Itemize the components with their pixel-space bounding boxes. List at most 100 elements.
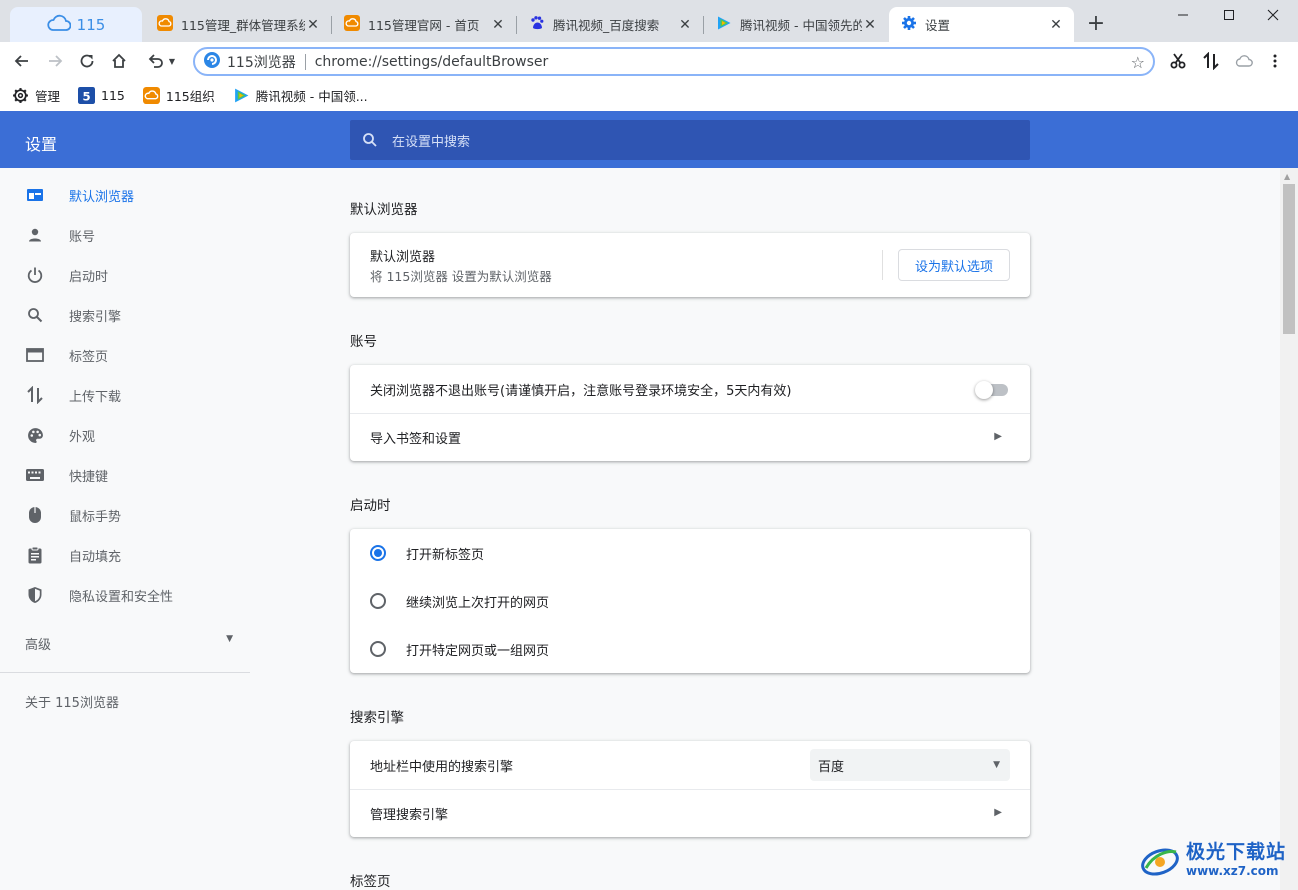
startup-option-new-tab[interactable]: 打开新标签页 xyxy=(350,529,1030,577)
tab-115-official[interactable]: 115管理官网 - 首页 ✕ xyxy=(332,7,516,42)
undo-icon xyxy=(148,54,163,68)
search-engine-select[interactable]: 百度 ▼ xyxy=(810,749,1010,781)
set-default-button[interactable]: 设为默认选项 xyxy=(898,249,1010,281)
maximize-button[interactable] xyxy=(1206,4,1252,26)
cloud-icon xyxy=(47,14,72,36)
address-browser-name: 115浏览器 xyxy=(227,54,296,71)
address-url[interactable]: chrome://settings/defaultBrowser xyxy=(315,54,549,70)
reload-button[interactable] xyxy=(75,49,99,73)
sidebar-item-label: 账号 xyxy=(69,229,96,245)
import-bookmarks-row[interactable]: 导入书签和设置 xyxy=(350,413,1030,461)
scrollbar[interactable]: ▲ xyxy=(1280,168,1298,890)
cloud-icon xyxy=(1235,55,1253,67)
sidebar-item-label: 自动填充 xyxy=(69,549,122,565)
scroll-up-arrow-icon[interactable]: ▲ xyxy=(1284,172,1290,181)
chevron-down-icon: ▼ xyxy=(168,56,176,66)
sidebar-item-account[interactable]: 账号 xyxy=(0,215,262,255)
home-icon xyxy=(112,53,126,68)
scrollbar-thumb[interactable] xyxy=(1283,184,1295,334)
sidebar-advanced-label: 高级 xyxy=(25,638,52,653)
search-placeholder: 在设置中搜索 xyxy=(392,134,471,150)
address-bar[interactable]: 115浏览器 chrome://settings/defaultBrowser … xyxy=(193,47,1155,76)
sidebar-item-search-engine[interactable]: 搜索引擎 xyxy=(0,295,262,335)
close-icon[interactable]: ✕ xyxy=(490,17,506,33)
sidebar-item-shortcuts[interactable]: 快捷键 xyxy=(0,455,262,495)
minimize-button[interactable] xyxy=(1160,4,1206,26)
screenshot-button[interactable] xyxy=(1167,50,1189,72)
section-title-account: 账号 xyxy=(350,334,377,350)
sidebar-about[interactable]: 关于 115浏览器 xyxy=(25,692,119,711)
tab-settings[interactable]: 设置 ✕ xyxy=(889,7,1074,42)
back-button[interactable] xyxy=(10,49,34,73)
bookmark-tencent-video[interactable]: 腾讯视频 - 中国领... xyxy=(233,86,368,105)
startup-option-continue[interactable]: 继续浏览上次打开的网页 xyxy=(350,577,1030,625)
search-engine-card: 地址栏中使用的搜索引擎 百度 ▼ 管理搜索引擎 ▶ xyxy=(350,741,1030,837)
close-icon[interactable]: ✕ xyxy=(1048,17,1064,33)
sidebar-advanced-toggle[interactable]: 高级 ▼ xyxy=(25,634,233,653)
sidebar-item-label: 搜索引擎 xyxy=(69,309,122,325)
sidebar-item-startup[interactable]: 启动时 xyxy=(0,255,262,295)
bookmark-115[interactable]: 5 115 xyxy=(78,86,125,104)
manage-search-engines-row[interactable]: 管理搜索引擎 xyxy=(350,789,1030,837)
close-icon[interactable]: ✕ xyxy=(862,17,878,33)
baidu-paw-icon xyxy=(529,15,545,34)
section-title-search-engine: 搜索引擎 xyxy=(350,710,404,726)
close-icon[interactable]: ✕ xyxy=(677,17,693,33)
watermark-url: www.xz7.com xyxy=(1186,864,1279,878)
sidebar-item-mouse-gestures[interactable]: 鼠标手势 xyxy=(0,495,262,535)
home-tab-label: 115 xyxy=(76,15,106,34)
toolbar: ▼ 115浏览器 chrome://settings/defaultBrowse… xyxy=(0,42,1298,79)
import-bookmarks-label: 导入书签和设置 xyxy=(370,431,462,447)
tab-tencent-video[interactable]: 腾讯视频 - 中国领先的 ✕ xyxy=(704,7,888,42)
dropdown-arrow-icon: ▼ xyxy=(993,760,1000,770)
115-logo-icon: 5 xyxy=(78,86,96,104)
bookmark-115-org[interactable]: 115组织 xyxy=(142,86,215,105)
bookmarks-bar: 管理 5 115 115组织 腾讯视频 - 中国领... xyxy=(0,79,1298,111)
star-icon[interactable]: ☆ xyxy=(1131,53,1145,72)
maximize-icon xyxy=(1224,10,1234,20)
sidebar-item-upload-download[interactable]: 上传下载 xyxy=(0,375,262,415)
forward-button[interactable] xyxy=(43,49,67,73)
default-browser-row-title: 默认浏览器 xyxy=(370,250,436,265)
aurora-logo-icon xyxy=(1141,848,1179,876)
address-separator xyxy=(304,53,306,70)
tab-title: 腾讯视频 - 中国领先的 xyxy=(740,18,862,33)
upload-download-icon xyxy=(25,385,45,405)
radio-button[interactable] xyxy=(370,641,386,657)
section-title-tabs: 标签页 xyxy=(350,874,391,890)
startup-option-specific-pages[interactable]: 打开特定网页或一组网页 xyxy=(350,625,1030,673)
settings-search-input[interactable]: 在设置中搜索 xyxy=(350,120,1030,160)
search-engine-value: 百度 xyxy=(818,759,845,775)
home-tab[interactable]: 115 xyxy=(10,7,142,42)
default-browser-row-subtitle: 将 115浏览器 设置为默认浏览器 xyxy=(370,269,552,284)
keep-login-row: 关闭浏览器不退出账号(请谨慎开启，注意账号登录环境安全，5天内有效) xyxy=(350,365,1030,413)
undo-close-button[interactable]: ▼ xyxy=(141,49,181,73)
sidebar-item-autofill[interactable]: 自动填充 xyxy=(0,535,262,575)
radio-button[interactable] xyxy=(370,545,386,561)
cloud-orange-icon xyxy=(157,15,173,34)
sidebar-item-privacy[interactable]: 隐私设置和安全性 xyxy=(0,575,262,615)
radio-button[interactable] xyxy=(370,593,386,609)
new-tab-button[interactable]: + xyxy=(1085,13,1107,36)
tencent-video-icon xyxy=(233,87,250,104)
bookmark-manage[interactable]: 管理 xyxy=(12,86,60,105)
menu-button[interactable] xyxy=(1264,50,1286,72)
sidebar-item-label: 启动时 xyxy=(69,269,109,285)
tab-115-management[interactable]: 115管理_群体管理系统 ✕ xyxy=(145,7,331,42)
cloud-sync-button[interactable] xyxy=(1233,50,1255,72)
startup-option-label: 打开特定网页或一组网页 xyxy=(406,643,550,659)
window-close-button[interactable] xyxy=(1250,4,1296,26)
home-button[interactable] xyxy=(107,49,131,73)
sidebar-item-tabs[interactable]: 标签页 xyxy=(0,335,262,375)
tab-baidu-search[interactable]: 腾讯视频_百度搜索 ✕ xyxy=(517,7,703,42)
sidebar-item-label: 默认浏览器 xyxy=(69,189,135,205)
section-title-default-browser: 默认浏览器 xyxy=(350,202,418,218)
upload-download-button[interactable] xyxy=(1200,50,1222,72)
bookmark-label: 115组织 xyxy=(165,88,215,104)
keep-login-toggle[interactable] xyxy=(975,381,1008,399)
bookmark-label: 腾讯视频 - 中国领... xyxy=(255,88,368,104)
sidebar-item-default-browser[interactable]: 默认浏览器 xyxy=(0,175,262,215)
account-card: 关闭浏览器不退出账号(请谨慎开启，注意账号登录环境安全，5天内有效) 导入书签和… xyxy=(350,365,1030,461)
sidebar-item-appearance[interactable]: 外观 xyxy=(0,415,262,455)
close-icon[interactable]: ✕ xyxy=(305,17,321,33)
